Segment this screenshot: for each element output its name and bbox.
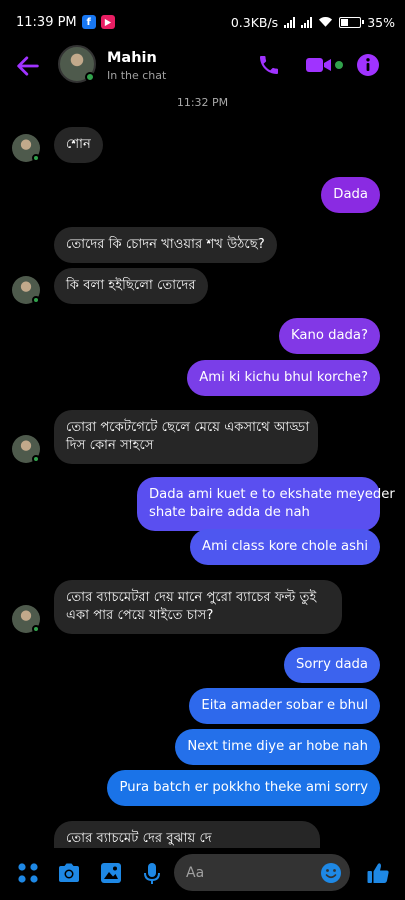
mic-icon[interactable] [143,862,161,886]
battery-level: 35% [367,14,395,30]
status-bar: 11:39 PM f 0.3KB/s 35% [0,0,405,44]
chat-timestamp: 11:32 PM [176,96,229,109]
message-incoming[interactable]: কি বলা হইছিলো তোদের [54,268,208,304]
message-line: দিস কোন সাহসে [66,438,154,453]
signal-icon-2 [301,16,313,28]
camera-icon[interactable] [57,862,81,884]
message-line: তোর ব্যাচমেটরা দেয় মানে পুরো ব্যাচের ফল… [66,590,317,605]
message-outgoing[interactable]: Dada [321,177,380,213]
like-icon[interactable] [366,861,390,885]
video-camera-icon[interactable] [305,53,333,77]
online-indicator [32,625,40,633]
message-incoming[interactable]: তোর ব্যাচমেট দের বুঝায় দে [54,821,320,848]
online-indicator [32,455,40,463]
online-indicator [32,154,40,162]
contact-name[interactable]: Mahin [107,50,157,66]
message-incoming[interactable]: তোরা পকেটগেটে ছেলে মেয়ে একসাথে আড্ডা দি… [54,410,318,464]
back-arrow-icon[interactable] [14,52,42,80]
message-outgoing[interactable]: Eita amader sobar e bhul [189,688,380,724]
status-time: 11:39 PM [16,14,77,30]
message-incoming[interactable]: তোর ব্যাচমেটরা দেয় মানে পুরো ব্যাচের ফল… [54,580,342,634]
message-incoming[interactable]: শোন [54,127,103,163]
online-indicator [85,72,95,82]
info-icon[interactable] [356,53,380,77]
message-outgoing[interactable]: Pura batch er pokkho theke ami sorry [107,770,380,806]
chat-header: Mahin In the chat [0,44,405,88]
gallery-icon[interactable] [100,862,122,884]
app-notification-icon [100,15,115,29]
message-line: একা পার পেয়ে যাইতে চাস? [66,608,214,623]
emoji-icon[interactable] [320,862,342,884]
apps-icon[interactable] [17,862,39,884]
facebook-notification-icon: f [81,15,96,29]
composer-bar [0,848,405,900]
contact-status: In the chat [107,69,167,82]
message-incoming[interactable]: তোদের কি চোদন খাওয়ার শখ উঠছে? [54,227,277,263]
message-outgoing[interactable]: Ami ki kichu bhul korche? [187,360,380,396]
message-outgoing[interactable]: Dada ami kuet e to ekshate meyeder shate… [137,477,395,531]
phone-icon[interactable] [257,53,281,77]
network-speed: 0.3KB/s [230,14,279,30]
message-outgoing[interactable]: Sorry dada [284,647,380,683]
signal-icon [284,16,296,28]
online-indicator [32,296,40,304]
message-outgoing[interactable]: Next time diye ar hobe nah [175,729,380,765]
message-outgoing[interactable]: Kano dada? [278,318,380,354]
message-line: shate baire adda de nah [149,505,310,520]
wifi-icon [319,16,333,27]
battery-icon [339,16,365,28]
message-outgoing[interactable]: Ami class kore chole ashi [190,529,380,565]
message-line: তোরা পকেটগেটে ছেলে মেয়ে একসাথে আড্ডা [66,420,310,435]
message-line: Dada ami kuet e to ekshate meyeder [149,487,395,502]
video-online-dot [335,61,343,69]
